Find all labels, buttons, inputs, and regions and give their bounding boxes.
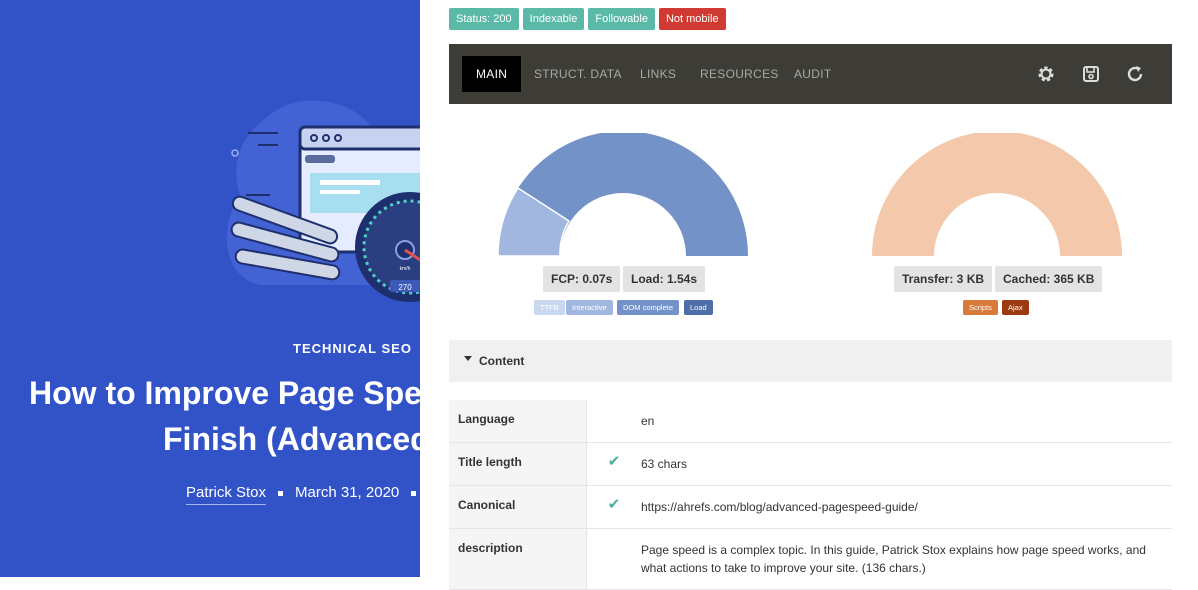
article-title-line-2: Finish (Advanced: [163, 421, 420, 457]
legend-load: Load: [684, 300, 713, 315]
check-icon: ✔: [607, 496, 621, 513]
article-title-line-1: How to Improve Page Spe: [29, 375, 420, 411]
transfer-pill: Transfer: 3 KB: [894, 266, 993, 292]
tab-resources[interactable]: RESOURCES: [700, 56, 779, 92]
gear-icon[interactable]: [1035, 64, 1057, 86]
seo-toolbar-panel: Status: 200 Indexable Followable Not mob…: [420, 0, 1198, 590]
row-value: Page speed is a complex topic. In this g…: [641, 528, 1172, 590]
not-mobile-badge: Not mobile: [658, 8, 726, 30]
tab-main[interactable]: MAIN: [462, 56, 522, 92]
svg-text:km/h: km/h: [400, 266, 411, 272]
status-badge: Status: 200: [449, 8, 519, 30]
content-table: Language en Title length ✔ 63 chars Cano…: [449, 400, 1172, 590]
row-key: Language: [449, 400, 587, 443]
article-author-link[interactable]: Patrick Stox: [186, 484, 267, 505]
section-label: Content: [479, 354, 525, 368]
check-icon: ✔: [607, 453, 621, 470]
article-category[interactable]: TECHNICAL SEO: [293, 341, 412, 356]
row-value: 63 chars: [641, 442, 1172, 486]
tab-bar: MAIN STRUCT. DATA LINKS RESOURCES AUDIT: [449, 44, 1172, 104]
article-meta: Patrick Stox March 31, 2020: [186, 484, 420, 505]
row-key: description: [449, 528, 587, 590]
table-row: Canonical ✔ https://ahrefs.com/blog/adva…: [449, 485, 1172, 529]
tab-audit[interactable]: AUDIT: [794, 56, 832, 92]
fcp-pill: FCP: 0.07s: [543, 266, 621, 292]
followable-badge: Followable: [588, 8, 655, 30]
refresh-icon[interactable]: [1124, 64, 1146, 86]
legend-ttfb: TTFB: [534, 300, 565, 315]
cached-pill: Cached: 365 KB: [995, 266, 1103, 292]
transfer-gauge: [872, 133, 1122, 256]
table-row: description Page speed is a complex topi…: [449, 528, 1172, 590]
row-key: Canonical: [449, 485, 587, 529]
legend-dom-complete: DOM complete: [617, 300, 680, 315]
table-row: Language en: [449, 400, 1172, 443]
speedometer-illustration: 270 km/h: [226, 100, 420, 302]
save-icon[interactable]: [1080, 64, 1102, 86]
row-value: en: [641, 400, 1172, 443]
legend-ajax: Ajax: [1002, 300, 1029, 315]
tab-links[interactable]: LINKS: [640, 56, 676, 92]
content-section-header[interactable]: Content: [449, 340, 1172, 382]
article-hero: 270 km/h TECHNICAL SEO How to Improve Pa…: [0, 0, 420, 577]
timing-gauge: [498, 133, 748, 257]
tab-struct-data[interactable]: STRUCT. DATA: [534, 56, 622, 92]
status-badges: Status: 200 Indexable Followable Not mob…: [449, 8, 726, 30]
legend-scripts: Scripts: [963, 300, 998, 315]
article-date: March 31, 2020: [295, 484, 400, 501]
row-key: Title length: [449, 442, 587, 486]
canonical-url[interactable]: https://ahrefs.com/blog/advanced-pagespe…: [641, 485, 1172, 529]
separator-dot: [278, 490, 284, 496]
separator-dot: [411, 490, 417, 496]
table-row: Title length ✔ 63 chars: [449, 442, 1172, 486]
load-pill: Load: 1.54s: [623, 266, 706, 292]
indexable-badge: Indexable: [522, 8, 585, 30]
svg-text:270: 270: [398, 283, 412, 292]
legend-interactive: Interactive: [566, 300, 613, 315]
caret-down-icon: [464, 356, 472, 361]
